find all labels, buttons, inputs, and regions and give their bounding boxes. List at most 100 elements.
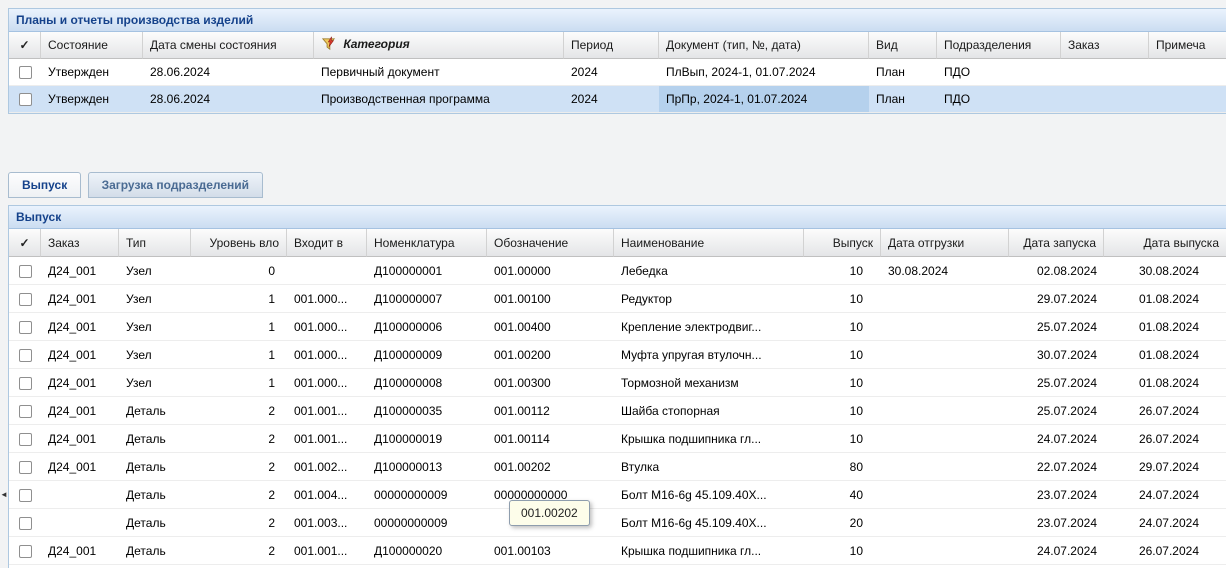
column-header-category[interactable]: Категория (314, 32, 564, 59)
cell-level[interactable]: 2 (191, 481, 287, 509)
column-header-state[interactable]: Состояние (41, 32, 143, 59)
cell-type[interactable]: Деталь (119, 509, 191, 537)
cell-type[interactable]: Деталь (119, 397, 191, 425)
row-check-cell[interactable] (9, 481, 41, 509)
table-row[interactable]: Д24_001Узел1001.000...Д100000009001.0020… (9, 341, 1226, 369)
row-checkbox[interactable] (19, 293, 32, 306)
cell-release-date[interactable]: 01.08.2024 (1104, 341, 1226, 369)
row-checkbox[interactable] (19, 377, 32, 390)
cell-nomenclature[interactable]: Д100000009 (367, 341, 487, 369)
cell-release-date[interactable]: 26.07.2024 (1104, 537, 1226, 565)
cell-type[interactable]: Узел (119, 285, 191, 313)
cell-start-date[interactable]: 02.08.2024 (1009, 257, 1104, 285)
cell-output[interactable]: 10 (804, 285, 881, 313)
cell-level[interactable]: 1 (191, 369, 287, 397)
row-check-cell[interactable] (9, 397, 41, 425)
row-check-cell[interactable] (9, 369, 41, 397)
column-header-note[interactable]: Примеча (1149, 32, 1226, 59)
cell-level[interactable]: 2 (191, 453, 287, 481)
cell-order[interactable]: Д24_001 (41, 369, 119, 397)
row-check-cell[interactable] (9, 59, 41, 86)
cell-level[interactable]: 1 (191, 313, 287, 341)
cell-release-date[interactable]: 01.08.2024 (1104, 313, 1226, 341)
cell-release-date[interactable]: 01.08.2024 (1104, 285, 1226, 313)
cell-name[interactable]: Болт М16-6g 45.109.40Х... (614, 481, 804, 509)
cell-order[interactable]: Д24_001 (41, 257, 119, 285)
cell-ship-date[interactable] (881, 537, 1009, 565)
cell-output[interactable]: 10 (804, 341, 881, 369)
cell-note[interactable] (1149, 59, 1226, 86)
cell-start-date[interactable]: 23.07.2024 (1009, 509, 1104, 537)
cell-nomenclature[interactable]: Д100000035 (367, 397, 487, 425)
splitter-collapse-icon[interactable]: ◄ (0, 488, 8, 502)
cell-designation[interactable]: 001.00400 (487, 313, 614, 341)
cell-output[interactable]: 10 (804, 397, 881, 425)
cell-designation[interactable]: 001.00112 (487, 397, 614, 425)
column-header-output[interactable]: Выпуск (804, 229, 881, 257)
column-header-designation[interactable]: Обозначение (487, 229, 614, 257)
cell-category[interactable]: Первичный документ (314, 59, 564, 86)
cell-ship-date[interactable] (881, 481, 1009, 509)
cell-parent[interactable]: 001.000... (287, 369, 367, 397)
cell-type[interactable]: Узел (119, 257, 191, 285)
row-checkbox[interactable] (19, 265, 32, 278)
row-checkbox[interactable] (19, 66, 32, 79)
row-checkbox[interactable] (19, 489, 32, 502)
cell-note[interactable] (1149, 86, 1226, 113)
cell-ship-date[interactable] (881, 313, 1009, 341)
cell-start-date[interactable]: 25.07.2024 (1009, 369, 1104, 397)
cell-ship-date[interactable] (881, 369, 1009, 397)
cell-start-date[interactable]: 23.07.2024 (1009, 481, 1104, 509)
cell-output[interactable]: 20 (804, 509, 881, 537)
cell-start-date[interactable]: 22.07.2024 (1009, 453, 1104, 481)
tab-zagruzka-podrazdelenij[interactable]: Загрузка подразделений (88, 172, 263, 198)
row-checkbox[interactable] (19, 461, 32, 474)
column-header-period[interactable]: Период (564, 32, 659, 59)
cell-output[interactable]: 10 (804, 369, 881, 397)
row-checkbox[interactable] (19, 545, 32, 558)
cell-type[interactable]: Деталь (119, 537, 191, 565)
column-header-document[interactable]: Документ (тип, №, дата) (659, 32, 869, 59)
cell-release-date[interactable]: 26.07.2024 (1104, 397, 1226, 425)
cell-state[interactable]: Утвержден (41, 59, 143, 86)
row-checkbox[interactable] (19, 93, 32, 106)
cell-nomenclature[interactable]: Д100000019 (367, 425, 487, 453)
cell-level[interactable]: 0 (191, 257, 287, 285)
cell-release-date[interactable]: 26.07.2024 (1104, 425, 1226, 453)
cell-level[interactable]: 2 (191, 509, 287, 537)
row-check-cell[interactable] (9, 313, 41, 341)
cell-nomenclature[interactable]: Д100000020 (367, 537, 487, 565)
cell-state-change-date[interactable]: 28.06.2024 (143, 86, 314, 113)
table-row[interactable]: Утвержден28.06.2024Производственная прог… (9, 86, 1226, 113)
row-checkbox[interactable] (19, 517, 32, 530)
cell-name[interactable]: Шайба стопорная (614, 397, 804, 425)
row-check-cell[interactable] (9, 285, 41, 313)
cell-release-date[interactable]: 24.07.2024 (1104, 481, 1226, 509)
cell-order[interactable] (1061, 86, 1149, 113)
row-check-cell[interactable] (9, 341, 41, 369)
cell-nomenclature[interactable]: 00000000009 (367, 481, 487, 509)
cell-parent[interactable]: 001.004... (287, 481, 367, 509)
table-row[interactable]: Д24_001Узел0Д100000001001.00000Лебедка10… (9, 257, 1226, 285)
cell-release-date[interactable]: 29.07.2024 (1104, 453, 1226, 481)
cell-ship-date[interactable] (881, 397, 1009, 425)
column-header-check[interactable]: ✓ (9, 229, 41, 257)
cell-type[interactable]: Узел (119, 313, 191, 341)
table-row[interactable]: Д24_001Деталь2001.002...Д100000013001.00… (9, 453, 1226, 481)
cell-nomenclature[interactable]: Д100000001 (367, 257, 487, 285)
cell-category[interactable]: Производственная программа (314, 86, 564, 113)
cell-start-date[interactable]: 30.07.2024 (1009, 341, 1104, 369)
cell-type[interactable]: Узел (119, 341, 191, 369)
row-check-cell[interactable] (9, 453, 41, 481)
cell-nomenclature[interactable]: 00000000009 (367, 509, 487, 537)
cell-period[interactable]: 2024 (564, 59, 659, 86)
cell-document[interactable]: ПрПр, 2024-1, 01.07.2024 (659, 86, 869, 113)
table-row[interactable]: Д24_001Узел1001.000...Д100000008001.0030… (9, 369, 1226, 397)
cell-kind[interactable]: План (869, 59, 937, 86)
cell-order[interactable] (41, 509, 119, 537)
cell-kind[interactable]: План (869, 86, 937, 113)
column-header-ship-date[interactable]: Дата отгрузки (881, 229, 1009, 257)
table-row[interactable]: Д24_001Узел1001.000...Д100000006001.0040… (9, 313, 1226, 341)
row-checkbox[interactable] (19, 321, 32, 334)
cell-name[interactable]: Редуктор (614, 285, 804, 313)
